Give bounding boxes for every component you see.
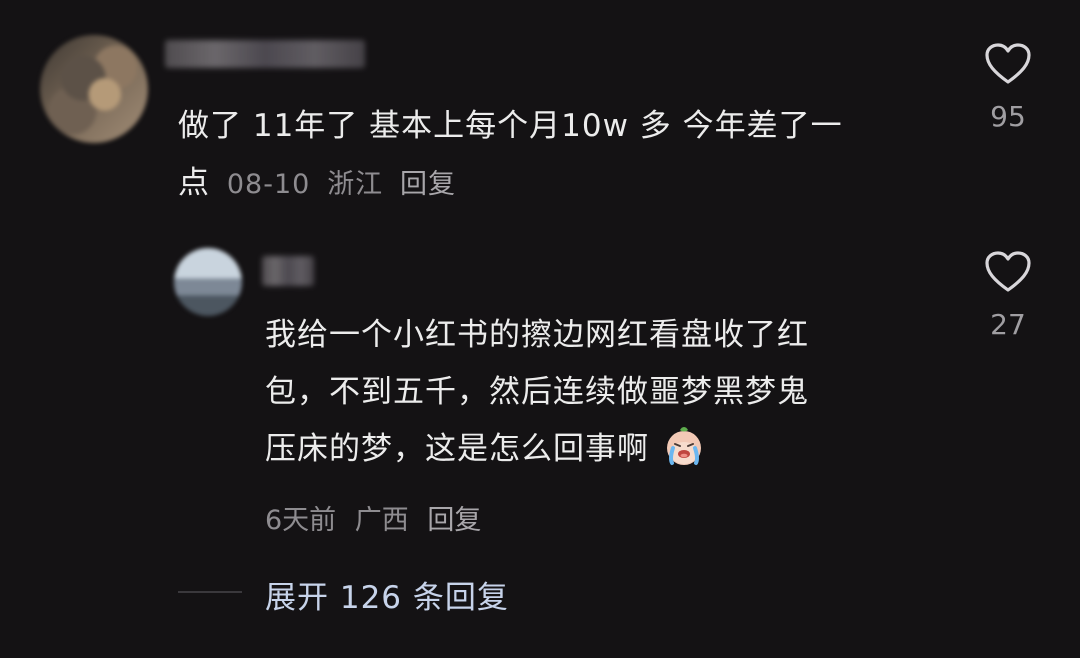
reply-text-line-3-row: 压床的梦，这是怎么回事啊 — [265, 421, 935, 478]
comment-text-line-1: 做了 11年了 基本上每个月10w 多 今年差了一 — [178, 108, 843, 144]
reply-like-button[interactable]: 27 — [978, 250, 1038, 341]
heart-outline-icon — [985, 251, 1031, 292]
commenter-name-blurred[interactable] — [165, 40, 365, 68]
replier-avatar[interactable] — [174, 248, 242, 316]
comment-text-line-2-row: 点 08-10 浙江 回复 — [178, 155, 938, 213]
comment-text-line-2: 点 — [178, 165, 210, 201]
reply-text: 我给一个小红书的擦边网红看盘收了红 包，不到五千，然后连续做噩梦黑梦鬼 压床的梦… — [265, 307, 935, 478]
heart-outline-icon — [985, 43, 1031, 84]
reply-like-count: 27 — [990, 308, 1026, 341]
comment-location: 浙江 — [327, 169, 384, 200]
expand-divider — [178, 591, 242, 593]
reply-reply-button[interactable]: 回复 — [427, 505, 481, 536]
comment-reply-button[interactable]: 回复 — [400, 169, 456, 200]
comment-like-button[interactable]: 95 — [978, 42, 1038, 133]
comment-date: 08-10 — [226, 169, 311, 200]
reply-text-line-2: 包，不到五千，然后连续做噩梦黑梦鬼 — [265, 374, 809, 410]
reply-meta: 6天前 广西 回复 — [265, 498, 491, 537]
comment-like-count: 95 — [990, 100, 1026, 133]
expand-replies-button[interactable]: 展开 126 条回复 — [265, 572, 509, 617]
replier-name-blurred[interactable] — [262, 256, 314, 286]
reply-location: 广西 — [354, 505, 409, 536]
reply-date: 6天前 — [265, 505, 337, 536]
reply-text-line-3: 压床的梦，这是怎么回事啊 — [265, 431, 649, 467]
commenter-avatar[interactable] — [40, 35, 148, 143]
reply-text-line-1: 我给一个小红书的擦边网红看盘收了红 — [265, 317, 809, 353]
crying-face-emoji — [666, 427, 701, 465]
comment-text: 做了 11年了 基本上每个月10w 多 今年差了一 点 08-10 浙江 回复 — [178, 98, 938, 213]
